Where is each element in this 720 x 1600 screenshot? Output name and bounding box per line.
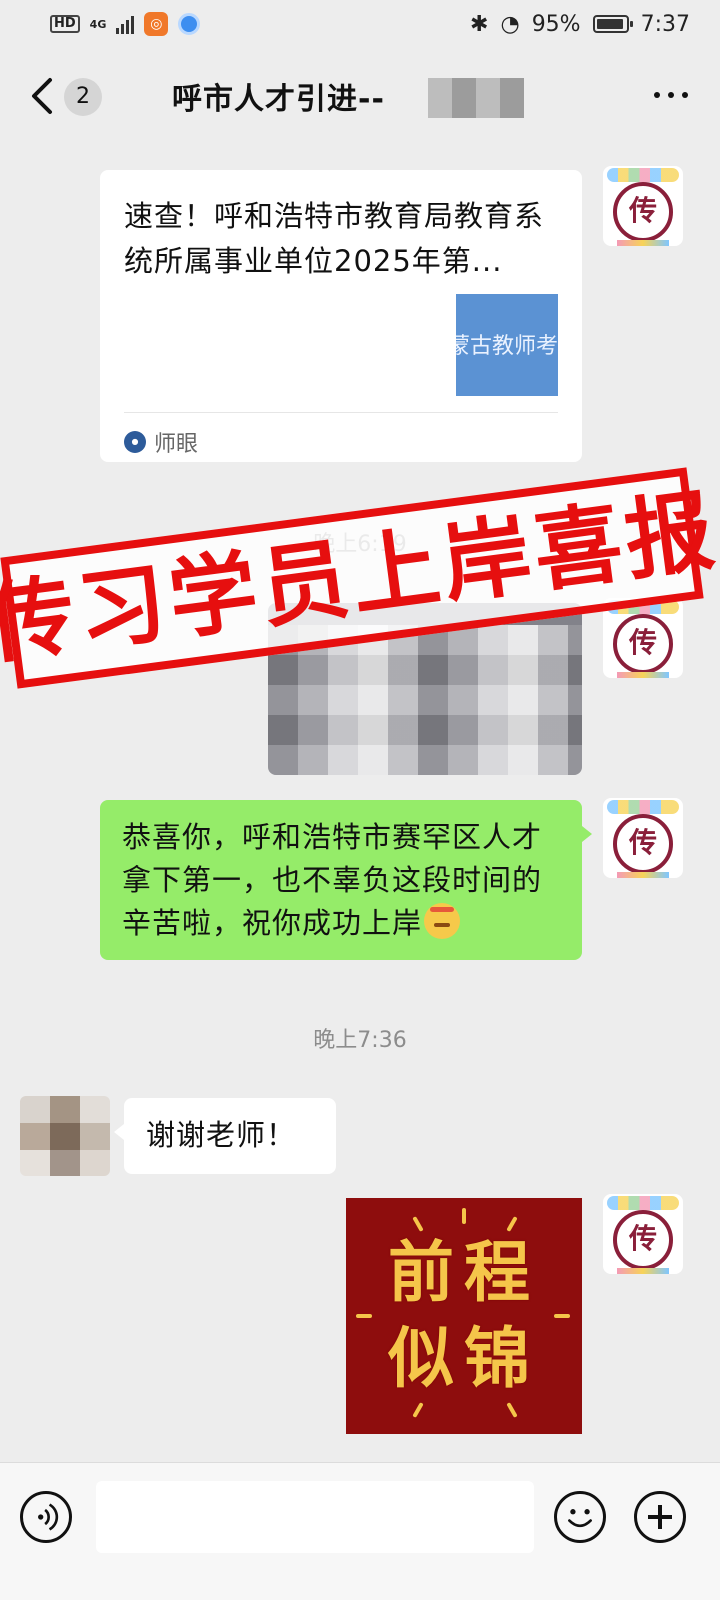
clock: 7:37 [640, 11, 690, 37]
unread-count-badge[interactable]: 2 [64, 78, 102, 116]
status-right: ✱ ◔ 95% 7:37 [470, 12, 690, 37]
sticker-text-line1: 前程 [388, 1234, 540, 1311]
more-dots-icon[interactable] [654, 92, 688, 98]
bluetooth-icon: ✱ [470, 11, 489, 37]
emoji-icon-inline [424, 903, 461, 939]
chat-title: 呼市人才引进-- [172, 82, 385, 117]
status-left: HD 4G ◎ [50, 12, 201, 36]
title-redaction [428, 78, 524, 118]
avatar[interactable]: 传 [603, 598, 683, 678]
message-text: 恭喜你，呼和浩特市赛罕区人才拿下第一，也不辜负这段时间的辛苦啦，祝你成功上岸 [122, 820, 543, 940]
avatar[interactable]: 传 [603, 1194, 683, 1274]
message-bubble-congrats[interactable]: 恭喜你，呼和浩特市赛罕区人才拿下第一，也不辜负这段时间的辛苦啦，祝你成功上岸 [100, 800, 592, 960]
signal-icon [116, 14, 135, 34]
sticker-text-line2: 似锦 [388, 1320, 540, 1397]
status-bar: HD 4G ◎ ✱ ◔ 95% 7:37 [0, 0, 720, 48]
article-title: 速查！呼和浩特市教育局教育系统所属事业单位2025年第... [124, 199, 545, 278]
avatar[interactable]: 传 [603, 166, 683, 246]
article-thumbnail-text: 蒙古教师考 [456, 334, 558, 359]
app-notification-icon: ◎ [144, 12, 169, 36]
article-source-name: 师眼 [154, 432, 199, 457]
sticker-message[interactable]: 前程 似锦 [346, 1198, 582, 1434]
hd-indicator: HD [50, 15, 80, 33]
chat-header: 2 呼市人才引进-- [0, 48, 720, 144]
card-divider [124, 412, 558, 413]
avatar[interactable]: 传 [603, 798, 683, 878]
message-bubble-reply[interactable]: 谢谢老师！ [114, 1098, 336, 1174]
message-input[interactable] [96, 1481, 534, 1553]
message-text: 谢谢老师！ [146, 1118, 297, 1152]
emoji-icon[interactable] [554, 1491, 606, 1543]
plus-icon[interactable] [634, 1491, 686, 1543]
battery-percent: 95% [531, 11, 581, 37]
article-card[interactable]: 速查！呼和浩特市教育局教育系统所属事业单位2025年第... 蒙古教师考 ● 师… [100, 170, 582, 462]
article-source: ● 师眼 [124, 426, 198, 458]
browser-notification-icon [178, 13, 201, 35]
chevron-left-icon[interactable] [28, 76, 58, 116]
network-type: 4G [89, 17, 107, 31]
article-thumbnail: 蒙古教师考 [456, 294, 558, 396]
input-bar [0, 1462, 720, 1600]
data-speed-icon: ◔ [500, 11, 520, 37]
source-logo-icon: ● [124, 431, 146, 453]
avatar-user[interactable] [20, 1096, 110, 1176]
battery-icon [592, 15, 633, 33]
timestamp: 晚上7:36 [313, 1028, 407, 1053]
voice-icon[interactable] [20, 1491, 72, 1543]
